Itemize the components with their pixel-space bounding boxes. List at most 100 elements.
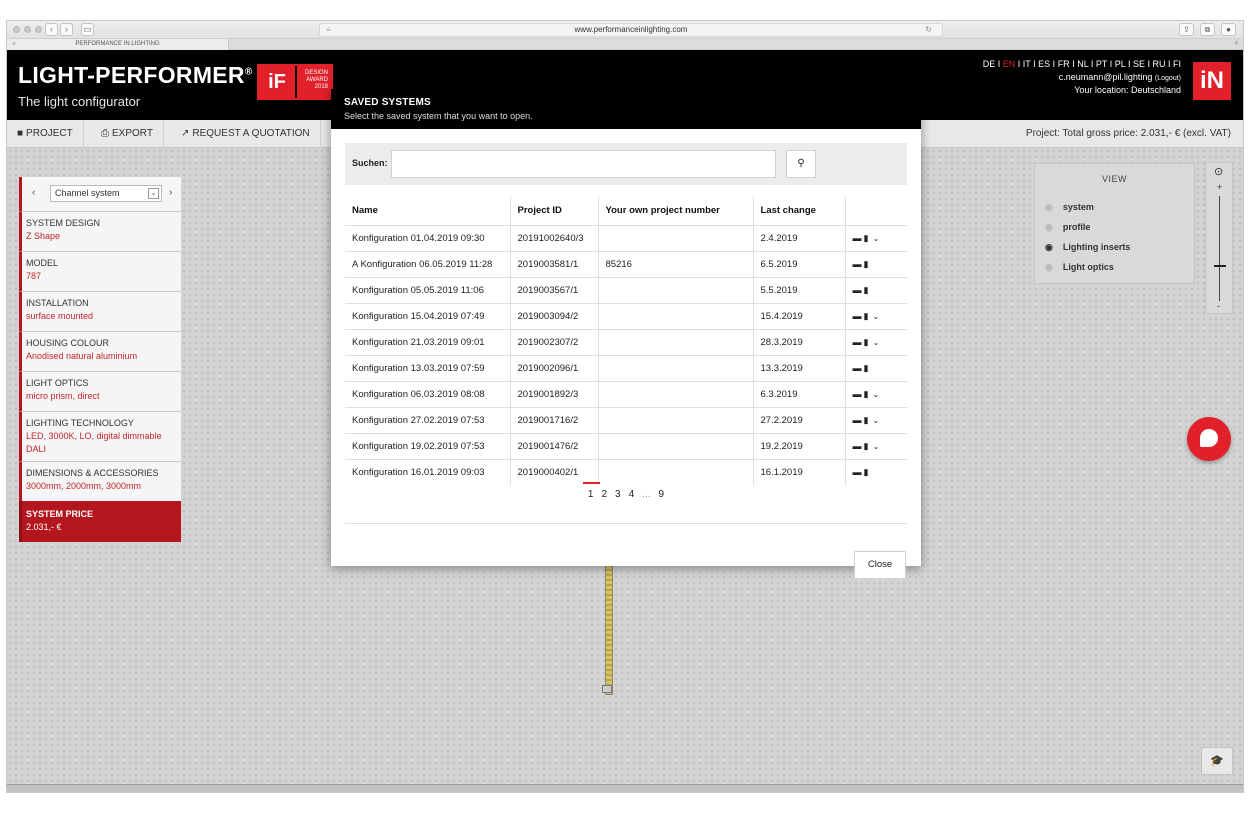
table-row[interactable]: Konfiguration 15.04.2019 07:49 2019003094… xyxy=(345,302,907,329)
view-option-4[interactable]: ◉ Light optics xyxy=(1045,262,1114,273)
address-bar[interactable]: ≡ www.performanceinlighting.com ↻ xyxy=(319,23,943,37)
export-button[interactable]: ⎙ EXPORT xyxy=(91,120,164,148)
trash-icon[interactable]: ▮ xyxy=(864,233,871,243)
close-window-dot[interactable] xyxy=(13,26,20,33)
view-option-1[interactable]: ◉ system xyxy=(1045,202,1094,213)
language-de[interactable]: DE xyxy=(983,59,996,69)
company-logo[interactable]: iN xyxy=(1193,62,1231,100)
table-row[interactable]: Konfiguration 06.03.2019 08:08 2019001892… xyxy=(345,380,907,407)
sidebar-step-4[interactable]: HOUSING COLOUR Anodised natural aluminium xyxy=(19,331,181,371)
request-quotation-button[interactable]: ↗ REQUEST A QUOTATION xyxy=(171,120,321,148)
project-button[interactable]: ■ PROJECT xyxy=(7,120,84,148)
tutorial-icon[interactable]: 🎓 xyxy=(1201,747,1233,775)
sidebar-step-1[interactable]: SYSTEM DESIGN Z Shape xyxy=(19,211,181,251)
zoom-slider-handle[interactable] xyxy=(1214,265,1226,267)
folder-icon[interactable]: ▬ xyxy=(853,285,864,295)
sidebar-step-2[interactable]: MODEL 787 xyxy=(19,251,181,291)
page-link-1[interactable]: 1 xyxy=(583,482,600,500)
language-pl[interactable]: PL xyxy=(1115,59,1126,69)
table-row[interactable]: Konfiguration 27.02.2019 07:53 2019001716… xyxy=(345,406,907,433)
chevron-down-icon[interactable]: ⌄ xyxy=(872,416,881,425)
reset-view-icon[interactable]: ⊙ xyxy=(1214,165,1223,178)
row-actions: ▬▮ ⌄ xyxy=(845,302,907,329)
language-fr[interactable]: FR xyxy=(1058,59,1070,69)
page-link-3[interactable]: 3 xyxy=(615,489,621,500)
page-link-4[interactable]: 4 xyxy=(629,489,635,500)
language-se[interactable]: SE xyxy=(1133,59,1145,69)
logout-link[interactable]: (Logout) xyxy=(1155,75,1181,82)
language-it[interactable]: IT xyxy=(1023,59,1031,69)
reload-icon[interactable]: ↻ xyxy=(925,24,932,36)
page-link-9[interactable]: 9 xyxy=(659,489,665,500)
browser-tab[interactable]: × PERFORMANCE IN LIGHTING xyxy=(7,39,229,50)
next-system-icon[interactable]: › xyxy=(169,187,172,198)
table-row[interactable]: A Konfiguration 06.05.2019 11:28 20190035… xyxy=(345,250,907,277)
sidebar-step-7[interactable]: DIMENSIONS & ACCESSORIES 3000mm, 2000mm, … xyxy=(19,461,181,501)
table-row[interactable]: Konfiguration 13.03.2019 07:59 2019002096… xyxy=(345,354,907,381)
language-fi[interactable]: FI xyxy=(1173,59,1181,69)
previous-system-icon[interactable]: ‹ xyxy=(32,187,35,198)
close-button[interactable]: Close xyxy=(854,551,906,579)
sidebar-step-6[interactable]: LIGHTING TECHNOLOGY LED, 3000K, LO, digit… xyxy=(19,411,181,461)
zoom-window-dot[interactable] xyxy=(35,26,42,33)
reader-icon[interactable]: ≡ xyxy=(326,24,331,36)
table-row[interactable]: Konfiguration 05.05.2019 11:06 2019003567… xyxy=(345,276,907,303)
language-es[interactable]: ES xyxy=(1038,59,1050,69)
chevron-down-icon[interactable]: ⌄ xyxy=(872,442,881,451)
chevron-down-icon[interactable]: ⌄ xyxy=(872,338,881,347)
share-icon[interactable]: ⇪ xyxy=(1179,23,1194,36)
chevron-down-icon[interactable]: ⌄ xyxy=(872,234,881,243)
chevron-down-icon[interactable]: ⌄ xyxy=(872,390,881,399)
search-button[interactable]: ⚲ xyxy=(786,150,816,178)
folder-icon[interactable]: ▬ xyxy=(853,389,864,399)
trash-icon[interactable]: ▮ xyxy=(864,285,871,295)
language-en[interactable]: EN xyxy=(1003,59,1016,69)
trash-icon[interactable]: ▮ xyxy=(864,363,871,373)
minimize-window-dot[interactable] xyxy=(24,26,31,33)
new-tab-icon[interactable]: + xyxy=(1234,38,1239,48)
chevron-down-icon[interactable]: ⌄ xyxy=(872,312,881,321)
folder-icon[interactable]: ▬ xyxy=(853,363,864,373)
page-link-2[interactable]: 2 xyxy=(601,489,607,500)
trash-icon[interactable]: ▮ xyxy=(864,441,871,451)
channel-system-render[interactable] xyxy=(605,565,613,695)
trash-icon[interactable]: ▮ xyxy=(864,467,871,477)
trash-icon[interactable]: ▮ xyxy=(864,311,871,321)
trash-icon[interactable]: ▮ xyxy=(864,415,871,425)
view-option-3[interactable]: ◉ Lighting inserts xyxy=(1045,242,1130,253)
table-row[interactable]: Konfiguration 01.04.2019 09:30 2019100264… xyxy=(345,224,907,251)
sidebar-step-3[interactable]: INSTALLATION surface mounted xyxy=(19,291,181,331)
language-pt[interactable]: PT xyxy=(1096,59,1107,69)
forward-button[interactable]: › xyxy=(60,23,73,36)
table-row[interactable]: Konfiguration 19.02.2019 07:53 2019001476… xyxy=(345,432,907,459)
table-row[interactable]: Konfiguration 16.01.2019 09:03 2019000402… xyxy=(345,458,907,485)
chat-button[interactable] xyxy=(1187,417,1231,461)
back-button[interactable]: ‹ xyxy=(45,23,58,36)
table-row[interactable]: Konfiguration 21.03.2019 09:01 2019002307… xyxy=(345,328,907,355)
language-nl[interactable]: NL xyxy=(1077,59,1088,69)
configuration-sidebar: ‹ Channel system ⌄ › SYSTEM DESIGN Z Shap… xyxy=(19,177,181,542)
sidebar-toggle-icon[interactable]: ▭ xyxy=(81,23,94,36)
trash-icon[interactable]: ▮ xyxy=(864,259,871,269)
view-option-2[interactable]: ◉ profile xyxy=(1045,222,1090,233)
search-icon: ⚲ xyxy=(797,158,805,169)
trash-icon[interactable]: ▮ xyxy=(864,389,871,399)
folder-icon[interactable]: ▬ xyxy=(853,259,864,269)
folder-icon[interactable]: ▬ xyxy=(853,441,864,451)
trash-icon[interactable]: ▮ xyxy=(864,337,871,347)
folder-icon[interactable]: ▬ xyxy=(853,233,864,243)
extension-icon[interactable]: ● xyxy=(1221,23,1236,36)
search-input[interactable] xyxy=(391,150,776,178)
zoom-out-button[interactable]: - xyxy=(1217,301,1220,311)
system-type-select[interactable]: Channel system ⌄ xyxy=(50,185,162,202)
sidebar-step-5[interactable]: LIGHT OPTICS micro prism, direct xyxy=(19,371,181,411)
tabs-icon[interactable]: ⧉ xyxy=(1200,23,1215,36)
tab-close-icon[interactable]: × xyxy=(12,39,16,50)
folder-icon[interactable]: ▬ xyxy=(853,311,864,321)
zoom-slider-track[interactable] xyxy=(1219,196,1220,301)
zoom-in-button[interactable]: + xyxy=(1217,182,1222,192)
folder-icon[interactable]: ▬ xyxy=(853,337,864,347)
language-ru[interactable]: RU xyxy=(1152,59,1165,69)
folder-icon[interactable]: ▬ xyxy=(853,467,864,477)
folder-icon[interactable]: ▬ xyxy=(853,415,864,425)
